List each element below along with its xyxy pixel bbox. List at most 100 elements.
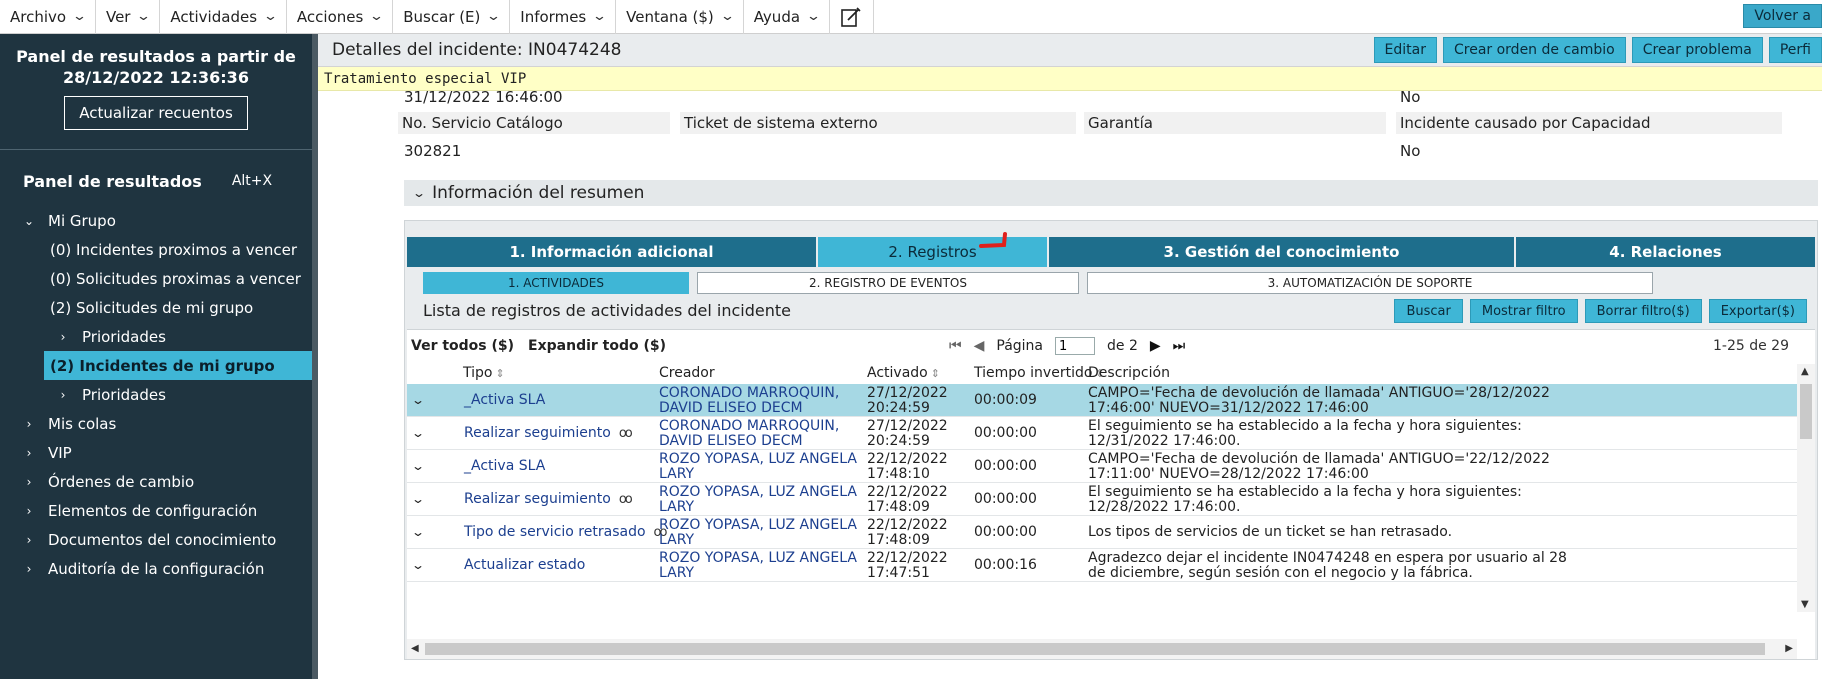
column-tipo-label: Tipo bbox=[463, 365, 493, 381]
tree-item-mi-grupo[interactable]: ⌄ Mi Grupo bbox=[0, 206, 312, 235]
row-expander[interactable]: ⌄ bbox=[411, 549, 425, 582]
table-row[interactable]: ⌄ _Activa SLA CORONADO MARROQUIN, DAVID … bbox=[407, 384, 1815, 417]
table-row[interactable]: ⌄ Actualizar estado ROZO YOPASA, LUZ ANG… bbox=[407, 549, 1815, 582]
row-expander[interactable]: ⌄ bbox=[411, 516, 425, 549]
tab-informacion-adicional[interactable]: 1. Información adicional bbox=[407, 237, 816, 267]
menu-informes[interactable]: Informes ⌄ bbox=[510, 0, 617, 34]
scroll-right-icon[interactable]: ▶ bbox=[1785, 643, 1793, 654]
first-page-icon[interactable]: ⏮ bbox=[949, 338, 962, 354]
tree-item-incidentes-grupo[interactable]: (2) Incidentes de mi grupo bbox=[44, 351, 312, 380]
clear-filter-button[interactable]: Borrar filtro($) bbox=[1584, 299, 1702, 323]
menu-buscar[interactable]: Buscar (E) ⌄ bbox=[393, 0, 511, 34]
export-button[interactable]: Exportar($) bbox=[1708, 299, 1807, 323]
prev-page-icon[interactable]: ◀ bbox=[974, 338, 985, 354]
summary-section-header[interactable]: ⌄ Información del resumen bbox=[404, 180, 1818, 206]
tree-item-incidentes-vencer[interactable]: (0) Incidentes proximos a vencer bbox=[0, 235, 312, 264]
menu-ventana[interactable]: Ventana ($) ⌄ bbox=[616, 0, 744, 34]
table-row[interactable]: ⌄ _Activa SLA ROZO YOPASA, LUZ ANGELA LA… bbox=[407, 450, 1815, 483]
results-title-line2: 28/12/2022 12:36:36 bbox=[63, 68, 249, 87]
tree-item-label: Elementos de configuración bbox=[48, 501, 258, 520]
scroll-down-icon[interactable]: ▼ bbox=[1801, 599, 1809, 610]
chevron-down-icon: ⌄ bbox=[410, 492, 426, 506]
subtab-automatizacion[interactable]: 3. AUTOMATIZACIÓN DE SOPORTE bbox=[1087, 272, 1653, 294]
row-tipo[interactable]: Realizar seguimiento oo bbox=[464, 483, 633, 516]
tree-item-elementos[interactable]: › Elementos de configuración bbox=[0, 496, 312, 525]
tree-item-label: Documentos del conocimiento bbox=[48, 530, 277, 549]
view-all-link[interactable]: Ver todos ($) bbox=[411, 338, 514, 354]
tab-registros[interactable]: 2. Registros bbox=[818, 232, 1047, 267]
row-expander[interactable]: ⌄ bbox=[410, 483, 426, 516]
row-tipo[interactable]: _Activa SLA bbox=[464, 450, 545, 483]
column-activado[interactable]: Activado ⇕ bbox=[867, 365, 940, 381]
tree-item-auditoria[interactable]: › Auditoría de la configuración bbox=[0, 554, 312, 583]
column-descripcion[interactable]: Descripción bbox=[1088, 365, 1170, 381]
update-counts-button[interactable]: Actualizar recuentos bbox=[64, 96, 248, 130]
subtab-registro-eventos[interactable]: 2. REGISTRO DE EVENTOS bbox=[697, 272, 1079, 294]
back-button[interactable]: Volver a bbox=[1743, 4, 1822, 28]
row-creador[interactable]: ROZO YOPASA, LUZ ANGELA LARY bbox=[659, 450, 859, 483]
menu-acciones[interactable]: Acciones ⌄ bbox=[287, 0, 394, 34]
tab-relaciones[interactable]: 4. Relaciones bbox=[1516, 237, 1815, 267]
scroll-up-icon[interactable]: ▲ bbox=[1801, 366, 1809, 377]
tree-item-solicitudes-grupo[interactable]: (2) Solicitudes de mi grupo bbox=[0, 293, 312, 322]
edit-note-icon[interactable] bbox=[830, 0, 874, 34]
tree-item-ordenes[interactable]: › Órdenes de cambio bbox=[0, 467, 312, 496]
chevron-down-icon: ⌄ bbox=[486, 9, 502, 24]
column-creador[interactable]: Creador bbox=[659, 365, 715, 381]
row-tipo[interactable]: Realizar seguimiento oo bbox=[464, 417, 633, 450]
expand-all-link[interactable]: Expandir todo ($) bbox=[528, 338, 666, 354]
page-input[interactable] bbox=[1055, 337, 1096, 355]
vertical-scroll-thumb[interactable] bbox=[1800, 384, 1812, 439]
menu-ver[interactable]: Ver ⌄ bbox=[96, 0, 161, 34]
grid-toolbar-left: Ver todos ($) Expandir todo ($) bbox=[411, 338, 666, 354]
table-row[interactable]: ⌄ Realizar seguimiento oo ROZO YOPASA, LU… bbox=[407, 483, 1815, 516]
column-tipo[interactable]: Tipo ⇕ bbox=[463, 365, 505, 381]
row-creador[interactable]: ROZO YOPASA, LUZ ANGELA LARY bbox=[659, 549, 859, 582]
vertical-scrollbar[interactable]: ▲ ▼ bbox=[1797, 364, 1815, 612]
row-tipo[interactable]: Actualizar estado bbox=[464, 549, 585, 582]
catalog-value: 302821 bbox=[404, 142, 462, 160]
tree-item-solicitudes-vencer[interactable]: (0) Solicitudes proximas a vencer bbox=[0, 264, 312, 293]
menu-archivo[interactable]: Archivo ⌄ bbox=[0, 0, 96, 34]
row-expander[interactable]: ⌄ bbox=[411, 417, 425, 450]
create-change-order-button[interactable]: Crear orden de cambio bbox=[1442, 37, 1626, 63]
tree-item-prioridades-2[interactable]: › Prioridades bbox=[0, 380, 312, 409]
row-creador[interactable]: ROZO YOPASA, LUZ ANGELA LARY bbox=[659, 516, 859, 549]
chevron-down-icon: ⌄ bbox=[71, 9, 88, 24]
edit-button[interactable]: Editar bbox=[1373, 37, 1437, 63]
row-creador[interactable]: CORONADO MARROQUIN, DAVID ELISEO DECM bbox=[659, 384, 859, 417]
page-label: Página bbox=[996, 338, 1044, 354]
search-button[interactable]: Buscar bbox=[1394, 299, 1463, 323]
table-row[interactable]: ⌄ Realizar seguimiento oo CORONADO MARROQ… bbox=[407, 417, 1815, 450]
row-creador[interactable]: CORONADO MARROQUIN, DAVID ELISEO DECM bbox=[659, 417, 859, 450]
tree-item-label: Mis colas bbox=[48, 414, 117, 433]
tree-item-mis-colas[interactable]: › Mis colas bbox=[0, 409, 312, 438]
menu-actividades[interactable]: Actividades ⌄ bbox=[160, 0, 287, 34]
tab-gestion-conocimiento[interactable]: 3. Gestión del conocimiento bbox=[1049, 237, 1514, 267]
column-tiempo[interactable]: Tiempo invertido ⇕ bbox=[974, 365, 1105, 381]
show-filter-button[interactable]: Mostrar filtro bbox=[1469, 299, 1578, 323]
menu-ayuda[interactable]: Ayuda ⌄ bbox=[744, 0, 830, 34]
table-row[interactable]: ⌄ Tipo de servicio retrasado oo ROZO YOPA… bbox=[407, 516, 1815, 549]
tree-item-prioridades-1[interactable]: › Prioridades bbox=[0, 322, 312, 351]
next-page-icon[interactable]: ▶ bbox=[1150, 338, 1161, 354]
row-tipo[interactable]: _Activa SLA bbox=[464, 384, 545, 417]
row-expander[interactable]: ⌄ bbox=[411, 450, 425, 483]
tree-item-documentos[interactable]: › Documentos del conocimiento bbox=[0, 525, 312, 554]
row-fecha: 22/12/2022 bbox=[867, 483, 948, 500]
scroll-left-icon[interactable]: ◀ bbox=[411, 643, 419, 654]
subtab-actividades[interactable]: 1. ACTIVIDADES bbox=[423, 272, 689, 294]
tree-item-vip[interactable]: › VIP bbox=[0, 438, 312, 467]
capacity-label: Incidente causado por Capacidad bbox=[1396, 112, 1782, 134]
horizontal-scrollbar[interactable]: ◀ ▶ bbox=[407, 639, 1797, 659]
row-creador[interactable]: ROZO YOPASA, LUZ ANGELA LARY bbox=[659, 483, 859, 516]
annotation-mark bbox=[979, 232, 1007, 248]
create-problem-button[interactable]: Crear problema bbox=[1631, 37, 1763, 63]
profile-button[interactable]: Perfi bbox=[1768, 37, 1822, 63]
last-page-icon[interactable]: ⏭ bbox=[1173, 338, 1186, 354]
menu-actividades-label: Actividades bbox=[170, 7, 258, 26]
row-descripcion: CAMPO='Fecha de devolución de llamada' A… bbox=[1088, 384, 1550, 416]
horizontal-scroll-thumb[interactable] bbox=[425, 643, 1765, 655]
chevron-right-icon: › bbox=[60, 329, 66, 344]
row-tipo[interactable]: Tipo de servicio retrasado oo bbox=[464, 516, 667, 549]
